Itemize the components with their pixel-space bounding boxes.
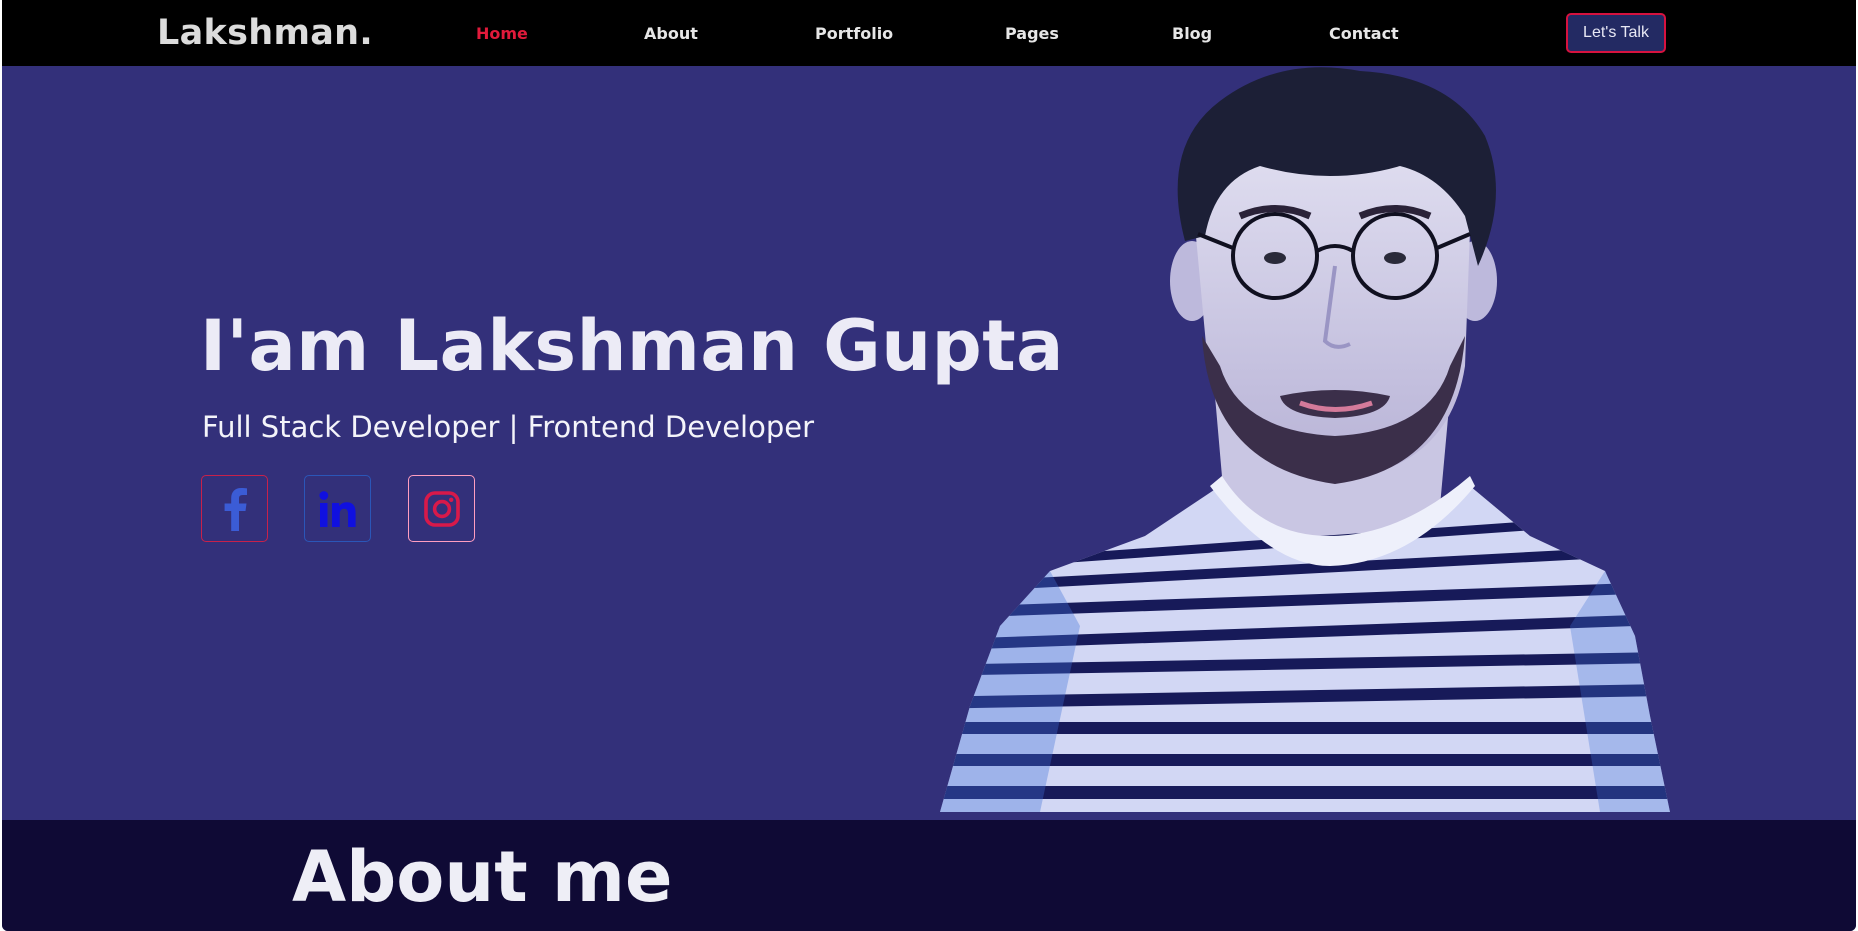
profile-photo bbox=[940, 67, 1670, 812]
nav-link-pages[interactable]: Pages bbox=[1005, 24, 1059, 43]
nav-link-blog[interactable]: Blog bbox=[1172, 24, 1212, 43]
instagram-link[interactable] bbox=[408, 475, 475, 542]
navbar: Lakshman. Home About Portfolio Pages Blo… bbox=[2, 0, 1856, 66]
nav-link-home[interactable]: Home bbox=[476, 24, 528, 43]
about-section: About me bbox=[2, 820, 1856, 931]
linkedin-icon bbox=[318, 490, 356, 527]
facebook-link[interactable] bbox=[201, 475, 268, 542]
brand-logo[interactable]: Lakshman. bbox=[157, 13, 373, 53]
nav-link-contact[interactable]: Contact bbox=[1329, 24, 1399, 43]
instagram-icon bbox=[423, 490, 460, 527]
facebook-icon bbox=[224, 487, 247, 531]
page: Lakshman. Home About Portfolio Pages Blo… bbox=[2, 0, 1856, 931]
about-title: About me bbox=[292, 836, 673, 918]
hero-subtitle: Full Stack Developer | Frontend Develope… bbox=[202, 410, 815, 444]
nav-link-about[interactable]: About bbox=[644, 24, 698, 43]
linkedin-link[interactable] bbox=[304, 475, 371, 542]
nav-link-portfolio[interactable]: Portfolio bbox=[815, 24, 893, 43]
lets-talk-button[interactable]: Let's Talk bbox=[1566, 13, 1666, 53]
